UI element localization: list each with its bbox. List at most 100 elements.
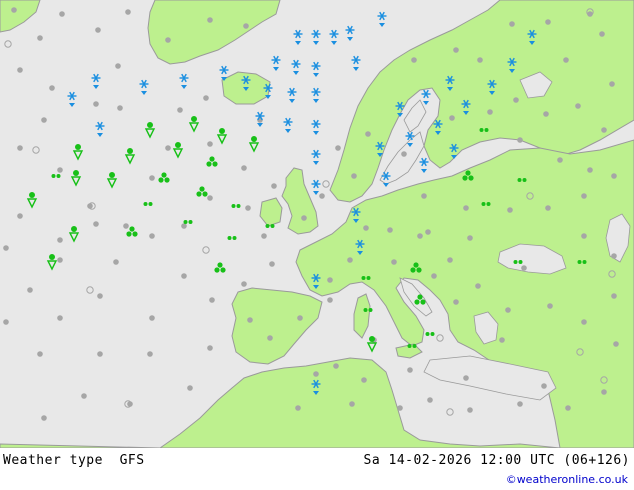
dry-dot-icon [327, 297, 333, 303]
dry-dot-icon [431, 273, 437, 279]
dry-dot-icon [115, 63, 121, 69]
raindrop-head [369, 336, 375, 342]
dry-dot-icon [81, 393, 87, 399]
dry-dot-icon [261, 233, 267, 239]
dry-dot-icon [575, 103, 581, 109]
rain-pair-dot [425, 332, 430, 336]
rain-pair-dot [368, 308, 373, 312]
rain-pair-dot [188, 220, 193, 224]
dry-dot-icon [425, 229, 431, 235]
dry-dot-icon [319, 193, 325, 199]
dry-dot-icon [411, 57, 417, 63]
dry-dot-icon [407, 367, 413, 373]
dry-dot-icon [37, 351, 43, 357]
rain-pair-dot [231, 204, 236, 208]
dry-dot-icon [361, 377, 367, 383]
rain-pair-dot [479, 128, 484, 132]
shower-dot [413, 262, 419, 268]
dry-dot-icon [17, 67, 23, 73]
dry-dot-icon [123, 223, 129, 229]
dry-dot-icon [241, 281, 247, 287]
dry-dot-icon [463, 375, 469, 381]
site-credit[interactable]: ©weatheronline.co.uk [506, 473, 628, 486]
dry-dot-icon [505, 307, 511, 313]
dry-dot-icon [243, 23, 249, 29]
dry-dot-icon [363, 225, 369, 231]
rain-pair-dot [143, 202, 148, 206]
dry-dot-icon [611, 173, 617, 179]
dry-dot-icon [177, 107, 183, 113]
valid-time: Sa 14-02-2026 12:00 UTC (06+126) [363, 453, 630, 468]
raindrop-head [71, 226, 77, 232]
rain-pair-dot [582, 260, 587, 264]
raindrop-head [191, 116, 197, 122]
dry-dot-icon [401, 151, 407, 157]
dry-dot-icon [165, 145, 171, 151]
shower-dot [217, 262, 223, 268]
dry-dot-icon [521, 265, 527, 271]
rain-pair-dot [577, 260, 582, 264]
title-text: Weather type [3, 453, 103, 468]
rain-pair-dot [430, 332, 435, 336]
rain-pair-dot [518, 260, 523, 264]
raindrop-head [73, 170, 79, 176]
dry-dot-icon [181, 273, 187, 279]
dry-dot-icon [467, 235, 473, 241]
shower-dot [462, 175, 468, 181]
shower-dot [465, 170, 471, 176]
dry-dot-icon [93, 221, 99, 227]
dry-dot-icon [297, 315, 303, 321]
dry-dot-icon [545, 19, 551, 25]
shower-dot [214, 267, 220, 273]
dry-dot-icon [509, 21, 515, 27]
dry-dot-icon [475, 283, 481, 289]
dry-dot-icon [563, 57, 569, 63]
dry-dot-icon [541, 383, 547, 389]
dry-dot-icon [41, 117, 47, 123]
dry-dot-icon [601, 389, 607, 395]
rain-pair-dot [270, 224, 275, 228]
dry-dot-icon [149, 233, 155, 239]
dry-dot-icon [247, 317, 253, 323]
shower-dot [410, 267, 416, 273]
dry-dot-icon [147, 351, 153, 357]
rain-pair-dot [51, 174, 56, 178]
shower-dot [212, 161, 218, 167]
dry-dot-icon [421, 193, 427, 199]
dry-dot-icon [187, 385, 193, 391]
dry-dot-icon [149, 315, 155, 321]
dry-dot-icon [417, 233, 423, 239]
shower-dot [209, 156, 215, 162]
dry-dot-icon [387, 227, 393, 233]
dry-dot-icon [165, 37, 171, 43]
dry-dot-icon [93, 101, 99, 107]
rain-pair-dot [148, 202, 153, 206]
dry-dot-icon [587, 167, 593, 173]
dry-dot-icon [97, 293, 103, 299]
shower-dot [129, 226, 135, 232]
dry-dot-icon [301, 215, 307, 221]
rain-pair-dot [486, 202, 491, 206]
map-title: Weather type GFS [3, 453, 145, 468]
rain-pair-dot [227, 236, 232, 240]
dry-dot-icon [3, 319, 9, 325]
dry-dot-icon [203, 95, 209, 101]
dry-dot-icon [453, 47, 459, 53]
rain-pair-dot [407, 344, 412, 348]
dry-dot-icon [543, 111, 549, 117]
dry-dot-icon [207, 195, 213, 201]
map-canvas [0, 0, 634, 448]
dry-dot-icon [207, 17, 213, 23]
rain-pair-dot [522, 178, 527, 182]
dry-dot-icon [391, 259, 397, 265]
rain-pair-dot [183, 220, 188, 224]
shower-dot [468, 175, 474, 181]
shower-dot [202, 191, 208, 197]
shower-dot [206, 161, 212, 167]
shower-dot [158, 177, 164, 183]
raindrop-head [109, 172, 115, 178]
dry-dot-icon [347, 257, 353, 263]
map-footer: Weather type GFS Sa 14-02-2026 12:00 UTC… [0, 448, 634, 490]
rain-pair-dot [366, 276, 371, 280]
dry-dot-icon [477, 57, 483, 63]
